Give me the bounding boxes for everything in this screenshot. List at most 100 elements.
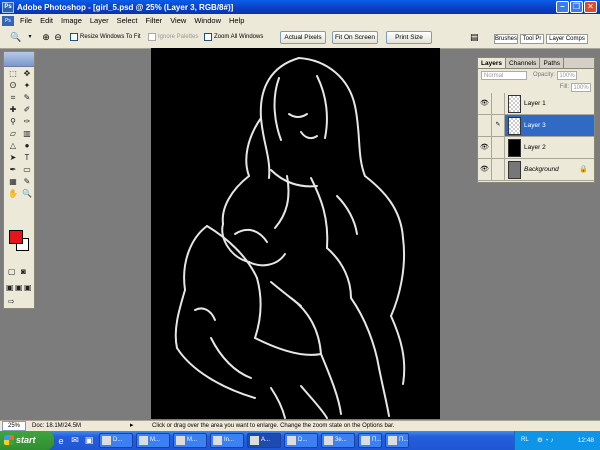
menu-file[interactable]: File [16,16,36,25]
shape-tool-icon[interactable]: ▭ [20,164,34,176]
task-label: 3e... [335,437,347,443]
task-button[interactable]: In... [210,433,244,448]
fill-field[interactable]: 100% [571,82,591,92]
print-size-button[interactable]: Print Size [386,31,432,44]
zoom-level-field[interactable]: 25% [2,421,26,431]
show-desktop-icon[interactable]: ▣ [82,435,96,446]
document-size[interactable]: Doc: 18.1M/24.5M [32,421,81,431]
task-button-photoshop[interactable]: A... [247,433,281,448]
blend-mode-select[interactable]: Normal [481,70,527,80]
screen-mode-standard-icon[interactable]: ▣ [6,282,14,294]
menu-layer[interactable]: Layer [86,16,113,25]
outlook-icon[interactable]: ✉ [68,435,82,446]
task-button[interactable]: 3e... [321,433,355,448]
blur-tool-icon[interactable]: △ [6,140,20,152]
menu-window[interactable]: Window [190,16,225,25]
close-icon[interactable]: ✕ [584,1,597,13]
notes-tool-icon[interactable]: ▦ [6,176,20,188]
layer-row-layer-3[interactable]: ✎ Layer 3 [478,115,594,137]
healing-brush-tool-icon[interactable]: ✚ [6,104,20,116]
start-button[interactable]: start [0,431,54,450]
task-label: D... [113,437,123,443]
visibility-eye-icon[interactable]: 👁 [478,93,492,114]
zoom-all-windows-checkbox[interactable] [204,33,212,41]
resize-windows-checkbox[interactable] [70,33,78,41]
task-button[interactable]: П... [358,433,382,448]
zoom-in-icon[interactable]: ⊕ [40,31,52,44]
fit-on-screen-button[interactable]: Fit On Screen [332,31,378,44]
task-button[interactable]: D... [99,433,133,448]
layer-row-background[interactable]: 👁 Background 🔒 [478,159,594,181]
eraser-tool-icon[interactable]: ▱ [6,128,20,140]
tab-tool-presets[interactable]: Tool Pr [520,34,544,44]
task-button[interactable]: M... [173,433,207,448]
hand-tool-icon[interactable]: ✋ [6,188,20,200]
layer-link-slot[interactable] [492,159,505,180]
screen-mode-full-icon[interactable]: ▣ [24,282,32,294]
lasso-tool-icon[interactable]: ʘ [6,80,20,92]
eyedropper-tool-icon[interactable]: ✎ [20,176,34,188]
quick-mask-icon[interactable]: ◙ [21,266,26,278]
menu-view[interactable]: View [166,16,190,25]
magic-wand-tool-icon[interactable]: ✦ [20,80,34,92]
menu-image[interactable]: Image [57,16,86,25]
task-button[interactable]: П... [385,433,409,448]
tab-layer-comps[interactable]: Layer Comps [546,34,588,44]
clone-stamp-tool-icon[interactable]: ⚲ [6,116,20,128]
screen-mode-full-menu-icon[interactable]: ▣ [15,282,23,294]
standard-mode-icon[interactable]: ▢ [8,266,16,278]
type-tool-icon[interactable]: T [20,152,34,164]
maximize-icon[interactable]: ❐ [570,1,583,13]
screen: Ps Adobe Photoshop - [girl_5.psd @ 25% (… [0,0,600,450]
resize-windows-label: Resize Windows To Fit [80,34,141,40]
menu-select[interactable]: Select [113,16,142,25]
tab-paths[interactable]: Paths [540,58,565,68]
visibility-eye-icon[interactable]: 👁 [478,159,492,180]
task-button[interactable]: M... [136,433,170,448]
visibility-eye-empty-icon[interactable] [478,115,492,136]
foreground-color-swatch[interactable] [9,230,23,244]
ie-icon[interactable]: e [54,436,68,446]
actual-pixels-button[interactable]: Actual Pixels [280,31,326,44]
opacity-field[interactable]: 100% [557,70,578,80]
pen-tool-icon[interactable]: ✒ [6,164,20,176]
status-arrow-icon[interactable]: ▸ [130,421,134,431]
zoom-out-icon[interactable]: ⊖ [52,31,64,44]
slice-tool-icon[interactable]: ✎ [20,92,34,104]
minimize-icon[interactable]: – [556,1,569,13]
opacity-label: Opacity: [533,72,556,78]
layer-row-layer-2[interactable]: 👁 Layer 2 [478,137,594,159]
clock[interactable]: 12:48 [578,437,594,444]
tray-icons[interactable]: ⚙ ◔ ♪ [537,431,554,450]
path-selection-tool-icon[interactable]: ➤ [6,152,20,164]
gradient-tool-icon[interactable]: ▥ [20,128,34,140]
dodge-tool-icon[interactable]: ● [20,140,34,152]
crop-tool-icon[interactable]: ⌗ [6,92,20,104]
menu-filter[interactable]: Filter [142,16,167,25]
tab-channels[interactable]: Channels [506,58,541,68]
task-label: П... [399,437,409,443]
layer-row-layer-1[interactable]: 👁 Layer 1 [478,93,594,115]
jump-to-imageready-icon[interactable]: ⇨ [8,296,15,308]
tab-layers[interactable]: Layers [478,58,506,68]
zoom-tool-icon[interactable]: 🔍 [10,31,22,44]
task-button[interactable]: D... [284,433,318,448]
layer-link-slot[interactable] [492,137,505,158]
move-tool-icon[interactable]: ✥ [20,68,34,80]
zoom-tool-icon[interactable]: 🔍 [20,188,34,200]
history-brush-tool-icon[interactable]: ✑ [20,116,34,128]
document-canvas[interactable] [151,48,440,419]
menu-edit[interactable]: Edit [36,16,57,25]
tab-brushes[interactable]: Brushes [494,34,518,44]
brush-link-icon[interactable]: ✎ [492,115,505,136]
photoshop-menu-icon[interactable]: Ps [2,15,14,26]
menu-help[interactable]: Help [225,16,248,25]
brush-tool-icon[interactable]: ✐ [20,104,34,116]
language-indicator[interactable]: RL [521,431,529,450]
layer-name: Layer 3 [524,122,546,129]
visibility-eye-icon[interactable]: 👁 [478,137,492,158]
task-app-icon [102,436,111,445]
layer-link-slot[interactable] [492,93,505,114]
tool-preset-dropdown-icon[interactable]: ▾ [24,31,36,44]
marquee-tool-icon[interactable]: ⬚ [6,68,20,80]
